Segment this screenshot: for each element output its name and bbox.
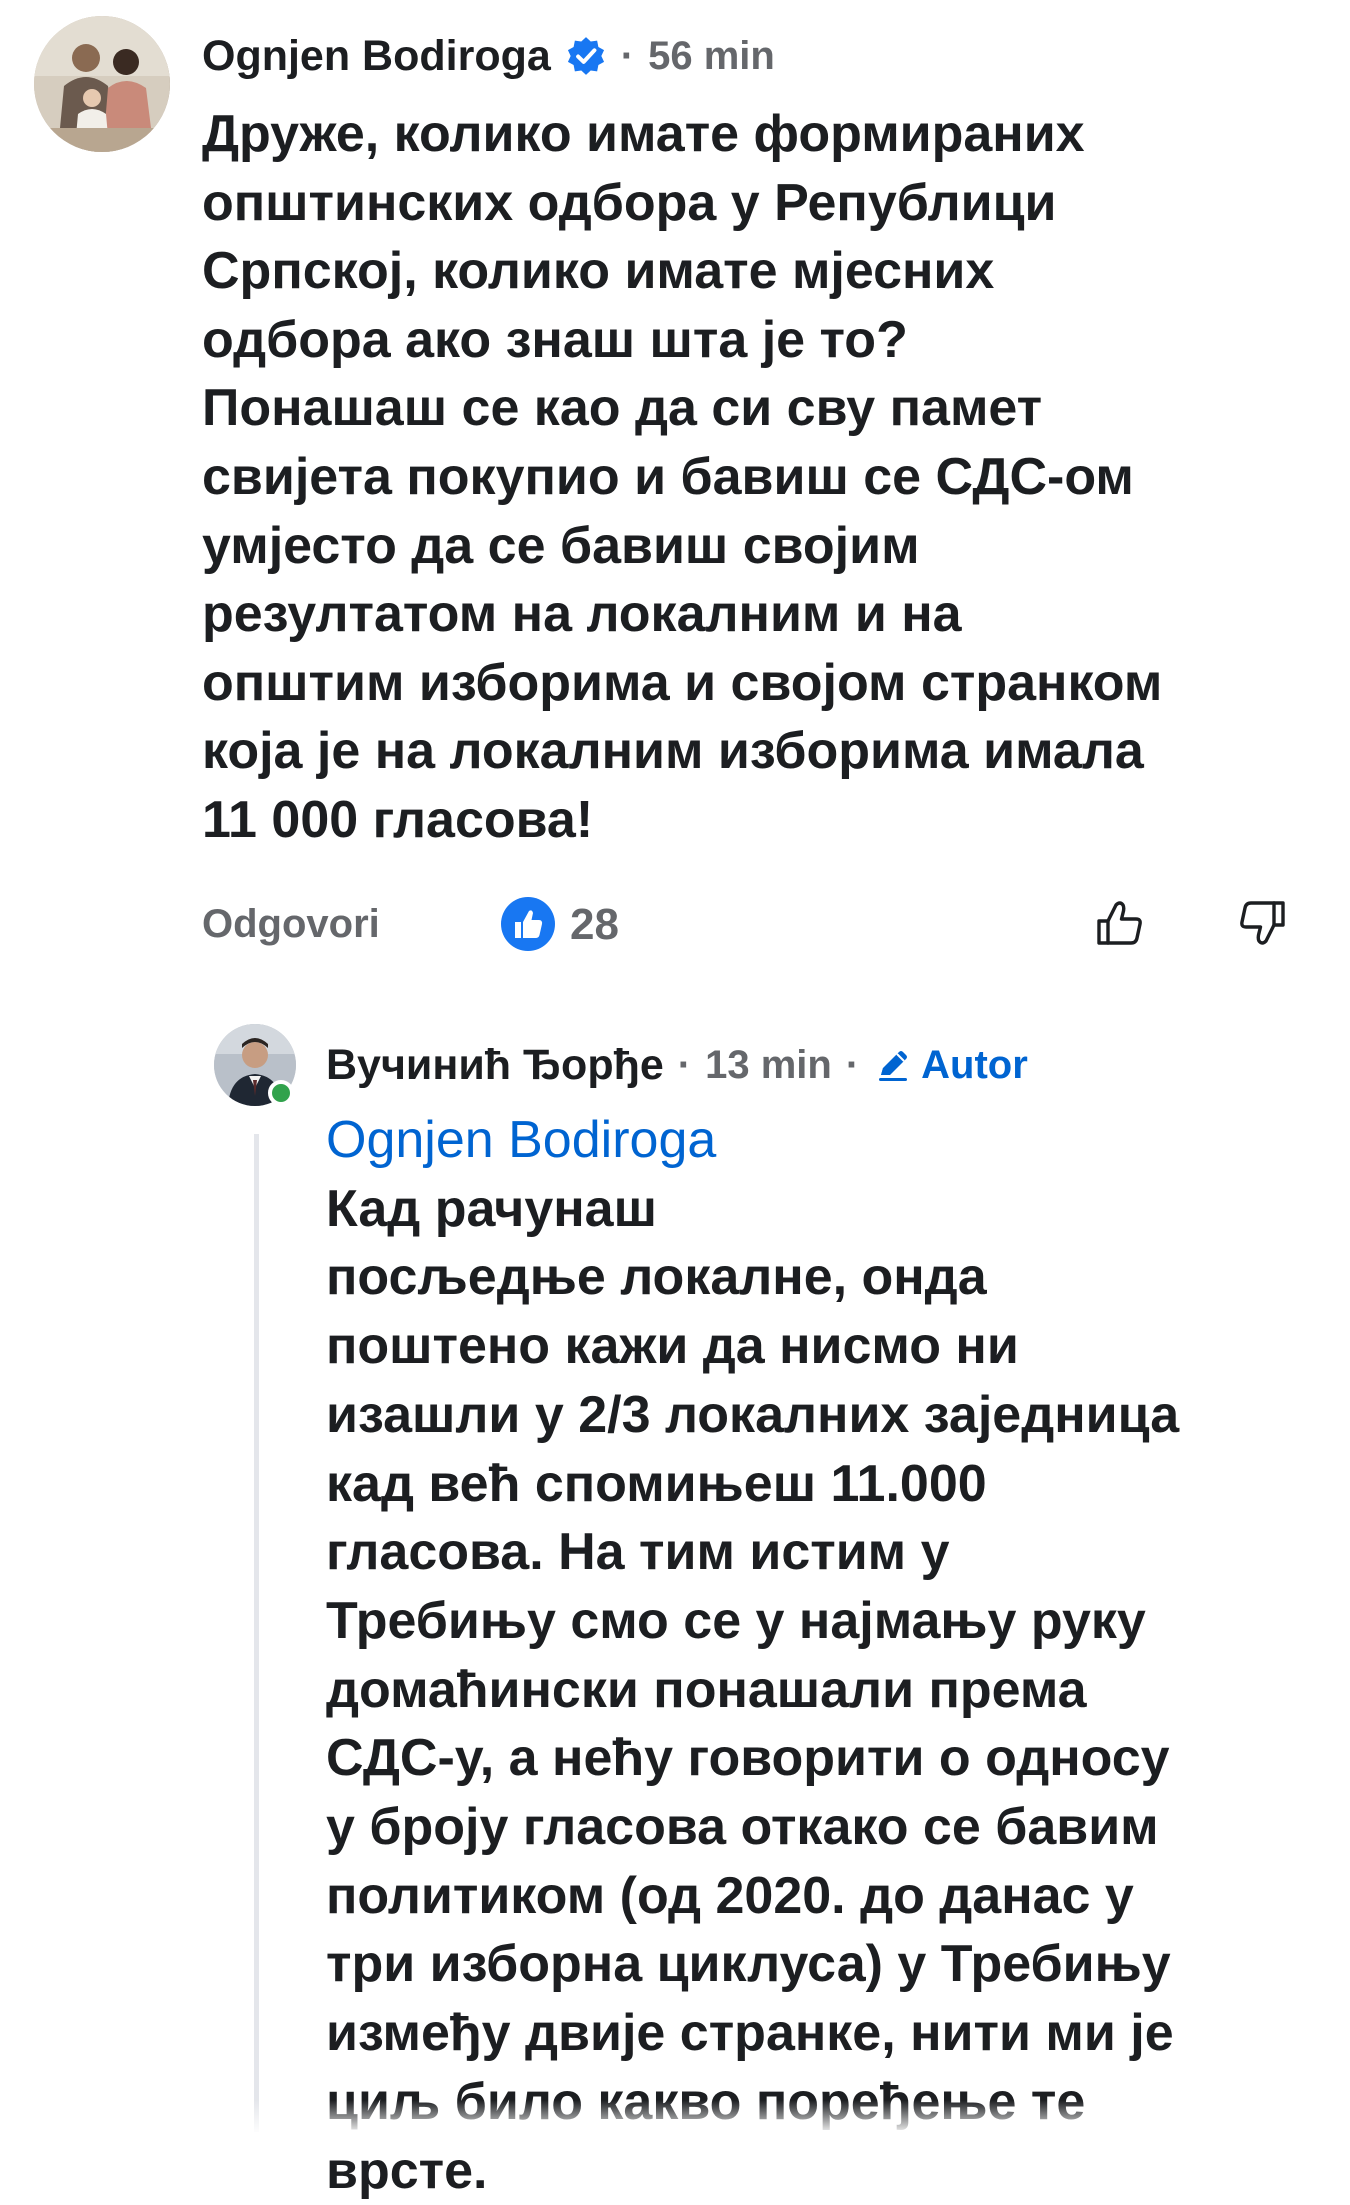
bottom-fade xyxy=(0,2100,1350,2132)
reply-header: Вучинић Ђорђе · 13 min · Autor xyxy=(326,1036,1028,1094)
reply-button[interactable]: Odgovori xyxy=(202,902,380,947)
comments-thread: Ognjen Bodiroga · 56 min Друже, колико и… xyxy=(0,0,1350,2200)
reply-line: посљедње локалне, онда xyxy=(326,1248,987,1307)
reply-line: у броју гласова откако се бавим xyxy=(326,1798,1159,1857)
reply-line: три изборна циклуса) у Требињу xyxy=(326,1935,1171,1994)
like-reaction-icon[interactable] xyxy=(500,896,556,952)
like-count[interactable]: 28 xyxy=(570,900,619,950)
author-tag-label: Autor xyxy=(921,1042,1028,1087)
meta-separator: · xyxy=(677,1042,692,1087)
comment-line: општим изборима и својом странком xyxy=(202,653,1163,712)
comment-text: Друже, колико имате формираних општински… xyxy=(202,100,1322,855)
reply-line: изашли у 2/3 локалних заједница xyxy=(326,1385,1180,1444)
comment-line: Понашаш се као да си сву памет xyxy=(202,379,1043,438)
mention-link[interactable]: Ognjen Bodiroga xyxy=(326,1106,1326,1175)
comment-line: свијета покупио и бавиш се СДС-ом xyxy=(202,447,1134,506)
comment-time[interactable]: 56 min xyxy=(648,34,775,79)
comment-line: која је на локалним изборима имала xyxy=(202,722,1144,781)
reply-text: Ognjen Bodiroga Кад рачунаш посљедње лок… xyxy=(326,1106,1326,2205)
reply-line: између двије странке, нити ми је xyxy=(326,2004,1174,2063)
comment-actions: Odgovori 28 xyxy=(202,896,1312,952)
reply-time[interactable]: 13 min xyxy=(705,1043,832,1088)
meta-separator: · xyxy=(620,33,635,78)
thumbs-up-icon[interactable] xyxy=(1090,892,1152,954)
reply-line-part: Кад рачунаш xyxy=(326,1179,657,1238)
reply-line: гласова. На тим истим у xyxy=(326,1523,950,1582)
pencil-icon xyxy=(873,1045,913,1085)
reply-line: поштено кажи да нисмо ни xyxy=(326,1317,1019,1376)
thread-line xyxy=(254,1134,259,2132)
verified-badge-icon xyxy=(565,35,607,77)
comment-line: одбора ако знаш шта је то? xyxy=(202,310,908,369)
author-name[interactable]: Ognjen Bodiroga xyxy=(202,32,551,81)
meta-separator: · xyxy=(845,1042,860,1087)
comment-line: Српској, колико имате мјесних xyxy=(202,242,995,301)
thumbs-down-icon[interactable] xyxy=(1230,892,1292,954)
reply-author-name[interactable]: Вучинић Ђорђе xyxy=(326,1041,664,1090)
reply-line: домаћински понашали према xyxy=(326,1660,1087,1719)
comment-header: Ognjen Bodiroga · 56 min xyxy=(202,26,775,86)
reply-line: СДС-у, а нећу говорити о односу xyxy=(326,1729,1170,1788)
reply-line: кад већ спомињеш 11.000 xyxy=(326,1454,987,1513)
comment-line: резултатом на локалним и на xyxy=(202,585,962,644)
author-tag: Autor xyxy=(873,1043,1028,1088)
reply-line: врсте. xyxy=(326,2141,488,2200)
reply-line: Требињу смо се у најмању руку xyxy=(326,1591,1146,1650)
avatar[interactable] xyxy=(34,16,170,152)
reply-line: политиком (од 2020. до данас у xyxy=(326,1866,1134,1925)
reply-first-line: Ognjen Bodiroga Кад рачунаш xyxy=(326,1106,1326,1243)
comment-line: Друже, колико имате формираних xyxy=(202,105,1085,163)
profile-photo xyxy=(34,16,170,152)
online-status-icon xyxy=(268,1080,294,1106)
comment-line: општинских одбора у Републици xyxy=(202,173,1057,232)
comment-line: умјесто да се бавиш својим xyxy=(202,516,920,575)
comment-line: 11 000 гласова! xyxy=(202,790,594,849)
